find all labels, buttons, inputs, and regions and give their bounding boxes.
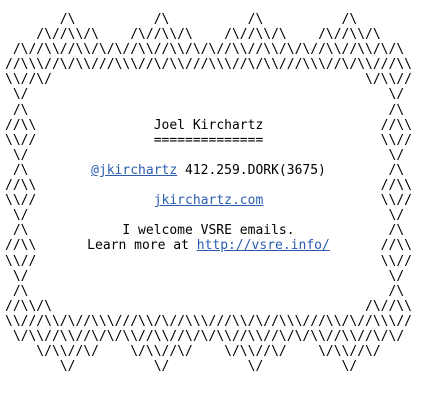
ascii-art-right: \/ [380,268,405,284]
link[interactable]: @jkirchartz [91,163,177,178]
text-row: //\\ Learn more at http://vsre.info///\\ [5,238,412,253]
link[interactable]: http://vsre.info/ [197,238,330,253]
ascii-art: \/\\//\\//\/\/\\//\\//\/\/\\//\\//\/\/\\… [5,328,405,344]
ascii-art-left: \/ [5,268,29,284]
signature-text: jkirchartz.com [5,193,412,208]
ascii-art-left: \/ [5,147,29,163]
ascii-art-right: \/ [380,147,405,163]
ascii-art-right: \\// [380,253,412,269]
ascii-art-right: /\ [380,102,405,118]
ascii-art-row: \/ \/ [5,208,412,223]
text: Learn more at [87,238,197,254]
ascii-art-row: //\\ //\\ [5,178,412,193]
ascii-art-right: \\// [380,193,412,209]
ascii-art: \/\\//\/ \/\\//\/ \/\\//\/ \/\\//\/ [5,344,381,360]
ascii-art-row: \/\\//\/ \/\\//\/ \/\\//\/ \/\\//\/ [5,344,412,359]
ascii-art-row: /\//\\/\ /\//\\/\ /\//\\/\ /\//\\/\ [5,27,412,42]
ascii-art-row: /\//\\//\\/\/\//\\//\\/\/\//\\//\\/\/\//… [5,42,412,57]
ascii-art-right: //\\ [380,238,412,254]
ascii-art-row: \\///\\/\//\\\///\\/\//\\\///\\/\//\\\//… [5,314,412,329]
ascii-art-row: //\\\//\/\\///\\\//\/\\///\\\//\/\\///\\… [5,57,412,72]
ascii-art: /\ /\ /\ /\ [5,12,358,27]
ascii-art-left: \\// [5,253,37,269]
signature-text: ============== [5,133,412,148]
ascii-art-row: /\ /\ /\ /\ [5,12,412,27]
ascii-art-right: //\\ [380,117,412,133]
ascii-art-left: \/ [5,208,29,224]
text: Joel Kirchartz [153,117,264,133]
ascii-art-right: \/ [380,87,405,103]
ascii-art-right: /\ [380,223,405,239]
ascii-signature: /\ /\ /\ /\ /\//\\/\ /\//\\/\ /\//\\/\ /… [5,12,412,374]
text: ============== [153,132,264,148]
ascii-art-left: /\ [5,283,29,299]
ascii-art: \/ \/ \/ \/ [5,359,358,375]
ascii-art-right: \\// [380,132,412,148]
signature-text: Joel Kirchartz [5,118,412,133]
ascii-art-row: \\//\/ \/\\// [5,72,412,87]
ascii-art-row: \/ \/ [5,87,412,102]
ascii-art: \\///\\/\//\\\///\\/\//\\\///\\/\//\\\//… [5,313,412,329]
text-row: \\//============== \\// [5,133,412,148]
ascii-art-row: \/ \/ \/ \/ [5,359,412,374]
ascii-art-row: \/ \/ [5,148,412,163]
text-row: //\\ Joel Kirchartz//\\ [5,118,412,133]
text: 412.259.DORK(3675) [177,162,326,178]
ascii-art-left: \/ [5,87,29,103]
signature-text: Learn more at http://vsre.info/ [5,238,412,253]
ascii-art-left: /\ [5,102,29,118]
ascii-art-row: \/ \/ [5,269,412,284]
text-row: /\ @jkirchartz 412.259.DORK(3675) /\ [5,163,412,178]
text-row: /\ I welcome VSRE emails. /\ [5,223,412,238]
ascii-art-row: //\\/\ /\//\\ [5,299,412,314]
ascii-art-row: /\ /\ [5,103,412,118]
ascii-art: /\//\\//\\/\/\//\\//\\/\/\//\\//\\/\/\//… [5,42,405,58]
link[interactable]: jkirchartz.com [154,193,264,208]
ascii-art: \\//\/ \/\\// [5,72,412,88]
ascii-art-right: //\\ [380,178,412,194]
ascii-art-row: \/\\//\\//\/\/\\//\\//\/\/\\//\\//\/\/\\… [5,329,412,344]
text-row: \\//jkirchartz.com \\// [5,193,412,208]
ascii-art-row: \\// \\// [5,254,412,269]
signature-text: I welcome VSRE emails. [5,223,412,238]
signature-text: @jkirchartz 412.259.DORK(3675) [5,163,412,178]
ascii-art-row: /\ /\ [5,284,412,299]
ascii-art-right: /\ [380,162,405,178]
ascii-art-right: \/ [380,208,405,224]
text: I welcome VSRE emails. [122,223,295,239]
ascii-art-left: //\\ [5,178,37,194]
ascii-art: //\\\//\/\\///\\\//\/\\///\\\//\/\\///\\… [5,57,412,73]
ascii-art-right: /\ [380,283,405,299]
ascii-art: /\//\\/\ /\//\\/\ /\//\\/\ /\//\\/\ [5,27,381,43]
ascii-art: //\\/\ /\//\\ [5,298,412,314]
